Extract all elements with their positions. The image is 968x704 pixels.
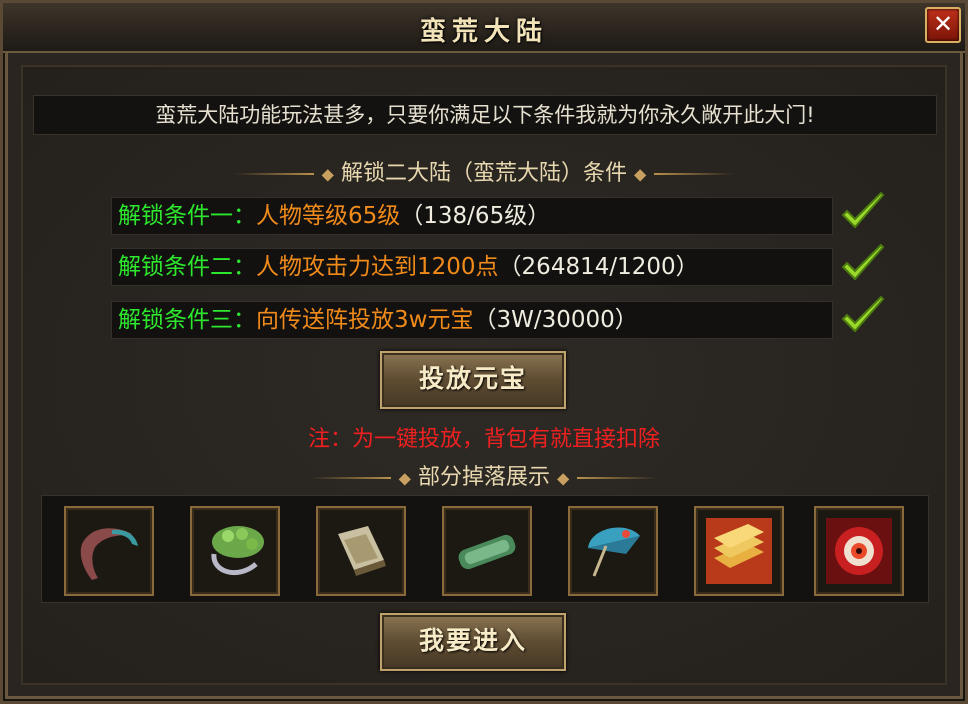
drop-item-slot[interactable] [190,506,280,596]
book-scroll-icon [338,526,386,576]
header-ornament-left [233,173,314,175]
header-ornament-left [310,477,391,479]
title-bar: 蛮荒大陆 ✕ [3,3,965,53]
unlock-condition-row: 解锁条件二：人物攻击力达到1200点（264814/1200） [111,248,833,286]
drops-section-title: 部分掉落展示 [417,465,550,490]
unlock-section-title: 解锁二大陆（蛮荒大陆）条件 [340,161,627,186]
unlock-condition-row: 解锁条件三：向传送阵投放3w元宝（3W/30000） [111,301,833,339]
condition-requirement: 向传送阵投放3w元宝 [256,307,474,333]
dialog-title: 蛮荒大陆 [419,17,548,47]
drop-item-slot[interactable] [814,506,904,596]
deposit-note: 注：为一键投放，背包有就直接扣除 [307,427,660,452]
dialog-content: 蛮荒大陆功能玩法甚多，只要你满足以下条件我就为你永久敞开此大门! ◆ 解锁二大陆… [21,65,947,685]
drop-item-slot[interactable] [64,506,154,596]
drop-item-slot[interactable] [442,506,532,596]
drop-item-slot[interactable] [316,506,406,596]
condition-requirement: 人物攻击力达到1200点 [256,254,499,280]
red-eye-orb-icon [826,518,892,584]
drops-section-header: ◆ 部分掉落展示 ◆ [23,459,945,490]
ribbon-sash-icon [80,528,138,580]
deposit-ingots-button[interactable]: 投放元宝 [380,351,566,409]
check-icon [841,295,885,333]
condition-label: 解锁条件二： [118,254,256,280]
drop-item-slot[interactable] [694,506,784,596]
unlock-section-header: ◆ 解锁二大陆（蛮荒大陆）条件 ◆ [23,155,945,186]
close-button[interactable]: ✕ [925,7,961,43]
check-icon [841,243,885,281]
condition-progress: （264814/1200） [498,254,699,280]
jade-bracelet-icon [211,526,264,576]
check-icon [841,191,885,229]
condition-progress: （3W/30000） [473,307,638,333]
condition-progress: （138/65级） [400,203,551,229]
game-dialog-window: 蛮荒大陆 ✕ 蛮荒大陆功能玩法甚多，只要你满足以下条件我就为你永久敞开此大门! … [0,0,968,704]
condition-requirement: 人物等级65级 [256,203,401,229]
condition-label: 解锁条件三： [118,307,256,333]
header-ornament-right [654,173,735,175]
gold-ingots-icon [706,518,772,584]
unlock-condition-row: 解锁条件一：人物等级65级（138/65级） [111,197,833,235]
umbrella-icon [588,527,640,577]
header-ornament-right [577,477,658,479]
jade-scroll-icon [458,534,516,570]
drop-item-slot[interactable] [568,506,658,596]
condition-label: 解锁条件一： [118,203,256,229]
intro-text: 蛮荒大陆功能玩法甚多，只要你满足以下条件我就为你永久敞开此大门! [33,95,937,135]
drops-display [41,495,929,603]
enter-button[interactable]: 我要进入 [380,613,566,671]
